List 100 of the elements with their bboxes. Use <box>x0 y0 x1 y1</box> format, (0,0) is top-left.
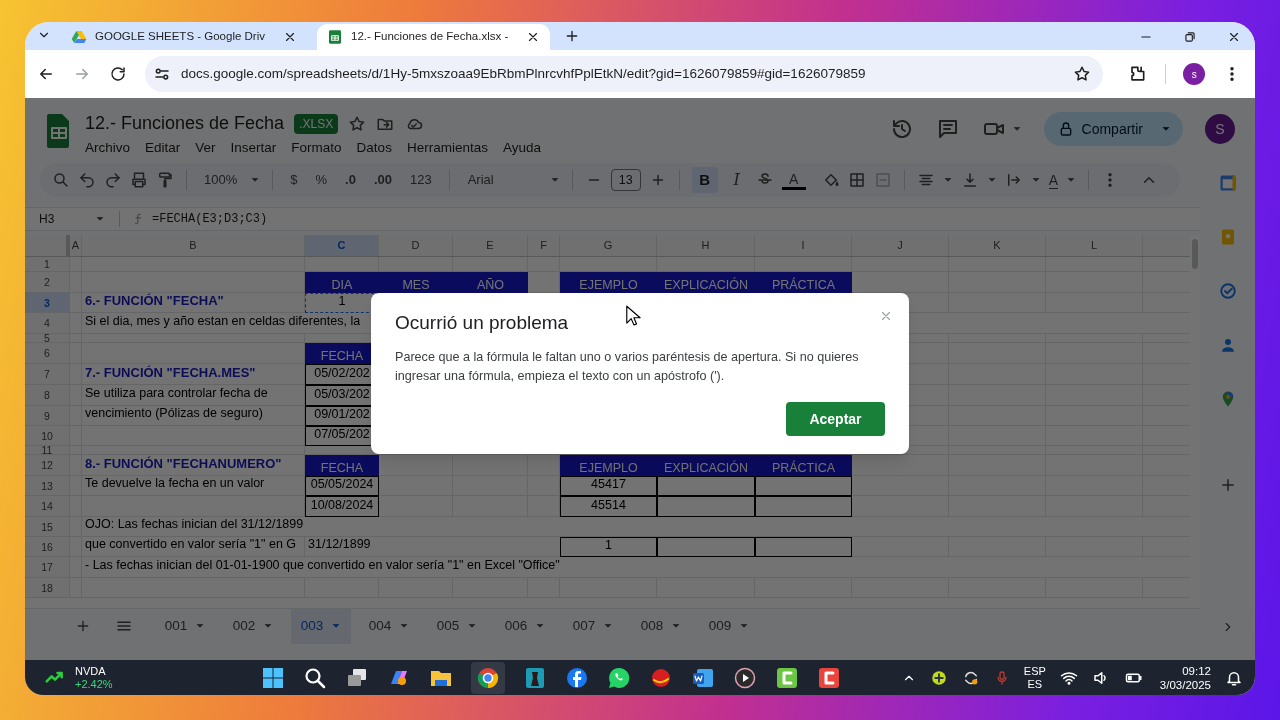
screen-recorder-icon[interactable] <box>774 665 799 690</box>
start-icon[interactable] <box>260 665 285 690</box>
row-header[interactable]: 4 <box>25 313 70 334</box>
caret-icon[interactable] <box>942 175 953 185</box>
row-header[interactable]: 10 <box>25 426 70 446</box>
facebook-icon[interactable] <box>564 665 589 690</box>
keyboard-layout[interactable]: ES <box>1027 677 1043 691</box>
whatsapp-icon[interactable] <box>606 665 631 690</box>
row-header[interactable]: 8 <box>25 385 70 406</box>
column-header[interactable]: A <box>70 235 82 256</box>
sheet-tab[interactable]: 003 <box>291 608 351 644</box>
profile-avatar[interactable]: s <box>1183 63 1205 85</box>
row-header[interactable]: 3 <box>25 293 70 313</box>
redo-icon[interactable] <box>104 171 122 189</box>
italic-button[interactable]: I <box>725 168 748 192</box>
column-header[interactable]: G <box>560 235 657 256</box>
text-rotation-button[interactable]: A <box>1048 171 1058 189</box>
caret-icon[interactable] <box>95 214 105 224</box>
sheet-tab[interactable]: 007 <box>563 608 623 644</box>
row-header[interactable]: 5 <box>25 334 70 343</box>
media-player-icon[interactable] <box>732 665 757 690</box>
menu-item[interactable]: Insertar <box>230 138 277 159</box>
row-header[interactable]: 1 <box>25 257 70 272</box>
close-icon[interactable] <box>1227 30 1241 44</box>
menu-item[interactable]: Editar <box>145 138 181 159</box>
caret-icon[interactable] <box>1011 124 1022 134</box>
sheet-tab[interactable]: 002 <box>223 608 283 644</box>
column-header[interactable]: L <box>1046 235 1143 256</box>
calendar-icon[interactable] <box>1218 174 1237 192</box>
scrollbar-thumb[interactable] <box>1192 239 1198 269</box>
row-header[interactable]: 7 <box>25 364 70 385</box>
font-size-field[interactable]: 13 <box>610 169 641 191</box>
row-header[interactable]: 14 <box>25 496 70 517</box>
column-header[interactable]: E <box>453 235 528 256</box>
menu-item[interactable]: Ver <box>195 138 216 159</box>
sheet-tab[interactable]: 005 <box>427 608 487 644</box>
add-sheet-icon[interactable] <box>75 618 91 634</box>
zoom-select[interactable]: 100% <box>199 170 243 190</box>
formula-field[interactable]: =FECHA(E3;D3;C3) <box>152 210 268 228</box>
sheet-tab[interactable]: 006 <box>495 608 555 644</box>
caret-icon[interactable] <box>986 175 997 185</box>
row-header[interactable]: 17 <box>25 557 70 578</box>
percent-format[interactable]: % <box>310 170 333 190</box>
paint-format-icon[interactable] <box>156 171 174 189</box>
increase-decimals[interactable]: .00 <box>368 170 397 190</box>
browser-tab[interactable]: GOOGLE SHEETS - Google Driv <box>61 24 307 50</box>
text-color-button[interactable]: A <box>781 170 806 190</box>
undo-icon[interactable] <box>78 171 96 189</box>
column-header[interactable]: F <box>528 235 560 256</box>
row-header[interactable]: 12 <box>25 455 70 476</box>
tasks-icon[interactable] <box>1218 282 1237 300</box>
close-icon[interactable] <box>283 30 297 44</box>
bold-button[interactable]: B <box>691 167 718 193</box>
row-header[interactable]: 16 <box>25 537 70 557</box>
currency-format[interactable]: $ <box>285 170 303 190</box>
row-header[interactable]: 9 <box>25 406 70 426</box>
row-header[interactable]: 18 <box>25 578 70 598</box>
sheet-tab[interactable]: 009 <box>699 608 759 644</box>
video-editor-icon[interactable] <box>816 665 841 690</box>
sheets-logo-icon[interactable] <box>45 112 71 148</box>
reload-icon[interactable] <box>109 65 127 83</box>
share-button[interactable]: Compartir <box>1043 112 1183 146</box>
font-select[interactable]: Arial <box>461 170 542 190</box>
column-header[interactable]: H <box>657 235 755 256</box>
account-avatar[interactable]: S <box>1205 114 1235 144</box>
row-header[interactable]: 15 <box>25 517 70 537</box>
search-icon[interactable] <box>302 665 327 690</box>
restore-icon[interactable] <box>1183 30 1197 44</box>
sheet-tab[interactable]: 004 <box>359 608 419 644</box>
row-header[interactable]: 6 <box>25 343 70 364</box>
menu-item[interactable]: Archivo <box>85 138 130 159</box>
decrease-decimals[interactable]: .0 <box>340 170 361 190</box>
sheet-tab[interactable]: 008 <box>631 608 691 644</box>
bookmark-star-icon[interactable] <box>1072 65 1091 83</box>
column-header[interactable]: D <box>379 235 453 256</box>
caret-icon[interactable] <box>549 175 560 185</box>
status-plus-icon[interactable] <box>929 668 948 687</box>
print-icon[interactable] <box>130 171 148 189</box>
site-info-icon[interactable] <box>153 65 171 83</box>
clock-date[interactable]: 3/03/2025 <box>1159 677 1211 692</box>
browser-tab[interactable]: 12.- Funciones de Fecha.xlsx - <box>317 24 551 50</box>
document-title[interactable]: 12.- Funciones de Fecha <box>85 110 285 137</box>
name-box[interactable]: H3 <box>25 210 95 228</box>
column-header[interactable]: K <box>949 235 1046 256</box>
menu-item[interactable]: Datos <box>356 138 392 159</box>
caret-icon[interactable] <box>250 175 261 185</box>
caret-icon[interactable] <box>1030 175 1041 185</box>
row-header[interactable]: 13 <box>25 476 70 496</box>
borders-icon[interactable] <box>847 171 866 189</box>
star-icon[interactable] <box>348 114 367 133</box>
clock-time[interactable]: 09:12 <box>1182 663 1211 678</box>
menu-item[interactable]: Formato <box>291 138 342 159</box>
caret-icon[interactable] <box>1066 175 1076 185</box>
accept-button[interactable]: Aceptar <box>786 402 885 436</box>
menu-item[interactable]: Ayuda <box>502 138 541 159</box>
address-bar[interactable]: docs.google.com/spreadsheets/d/1Hy-5mxszoaa9EbRbmPlnrcvhfPplEtkN/edit?gid=1626079859#gid=1626079859 <box>145 56 1103 92</box>
input-language[interactable]: ESP <box>1023 664 1046 678</box>
chrome-taskbar-button[interactable] <box>470 661 505 694</box>
column-header[interactable]: C <box>305 235 379 256</box>
row-header[interactable]: 2 <box>25 272 70 293</box>
